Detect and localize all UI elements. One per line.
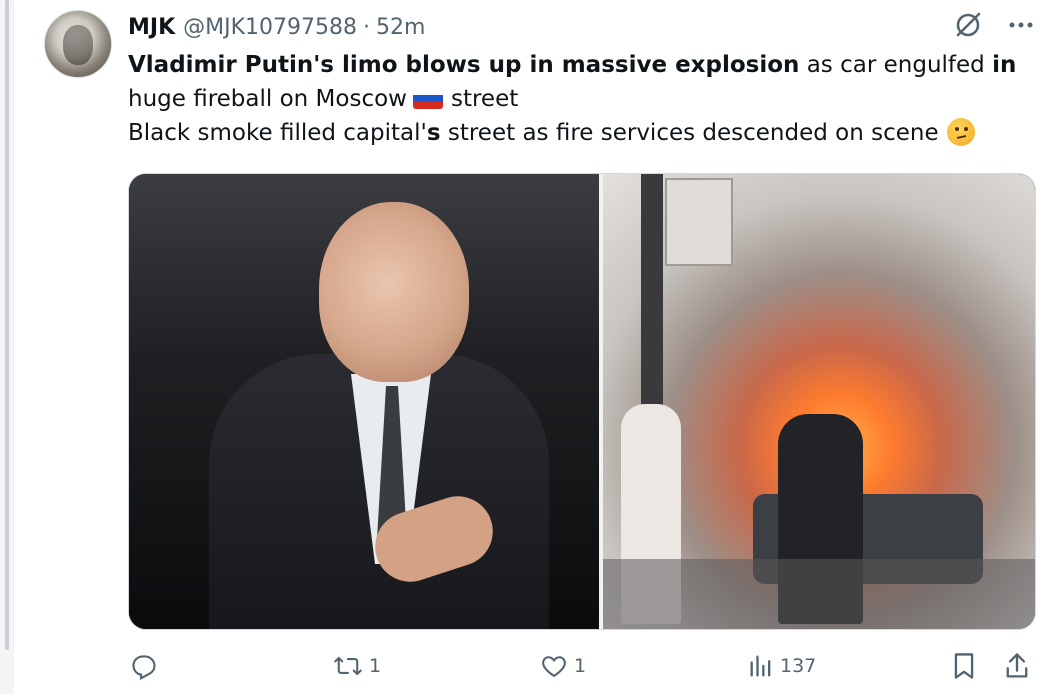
- share-icon: [1003, 651, 1031, 681]
- grok-icon[interactable]: [953, 10, 983, 40]
- analytics-icon: [748, 652, 774, 680]
- share-button[interactable]: [1003, 648, 1031, 684]
- bookmark-icon: [951, 651, 977, 681]
- head-shape: [319, 202, 469, 382]
- thinking-face-icon: [946, 118, 975, 146]
- tweet-line-2: huge fireball on Moscow street: [128, 82, 1028, 116]
- line2-text-b: street: [450, 86, 519, 112]
- author-name[interactable]: MJK: [128, 15, 175, 40]
- line2-text-a: huge fireball on Moscow: [128, 86, 407, 112]
- headline-bold-in: in: [992, 52, 1017, 78]
- russia-flag-icon: [412, 88, 443, 109]
- author-handle[interactable]: @MJK10797588: [183, 15, 357, 40]
- heart-icon: [540, 652, 568, 680]
- tweet-line-1: Vladimir Putin's limo blows up in massiv…: [128, 48, 1028, 82]
- tweet-media[interactable]: [128, 173, 1036, 630]
- more-icon[interactable]: [1007, 11, 1035, 39]
- tweet-action-bar: 1 1 137: [128, 648, 1034, 684]
- tweet-top-actions: [953, 10, 1035, 40]
- line3-text-a: Black smoke filled capital': [128, 120, 427, 146]
- avatar[interactable]: [44, 10, 112, 78]
- tweet-header: MJK @MJK10797588 · 52m: [128, 12, 425, 42]
- like-button[interactable]: 1: [540, 648, 586, 684]
- like-count: 1: [574, 655, 587, 677]
- bookmark-button[interactable]: [951, 648, 977, 684]
- retweet-icon: [333, 652, 363, 680]
- tweet-text: Vladimir Putin's limo blows up in massiv…: [128, 48, 1028, 150]
- scrollbar[interactable]: [5, 0, 9, 650]
- timestamp[interactable]: 52m: [376, 15, 425, 40]
- retweet-count: 1: [369, 655, 382, 677]
- left-scroll-rail: [0, 0, 14, 694]
- line3-bold: s: [426, 120, 441, 146]
- photo-burning-car[interactable]: [603, 174, 1035, 629]
- tweet-line-3: Black smoke filled capital's street as f…: [128, 116, 1028, 150]
- reply-button[interactable]: [130, 648, 164, 684]
- headline-normal: as car engulfed: [799, 52, 993, 78]
- views-button[interactable]: 137: [748, 648, 816, 684]
- headline-bold: Vladimir Putin's limo blows up in massiv…: [128, 52, 800, 78]
- separator-dot: ·: [363, 14, 371, 40]
- photo-man-at-car[interactable]: [129, 174, 599, 629]
- view-count: 137: [780, 655, 817, 677]
- reply-icon: [130, 652, 158, 680]
- retweet-button[interactable]: 1: [333, 648, 381, 684]
- line3-text-b: street as fire services descended on sce…: [440, 120, 939, 146]
- street-ground-shape: [603, 559, 1035, 629]
- street-sign-shape: [665, 178, 733, 266]
